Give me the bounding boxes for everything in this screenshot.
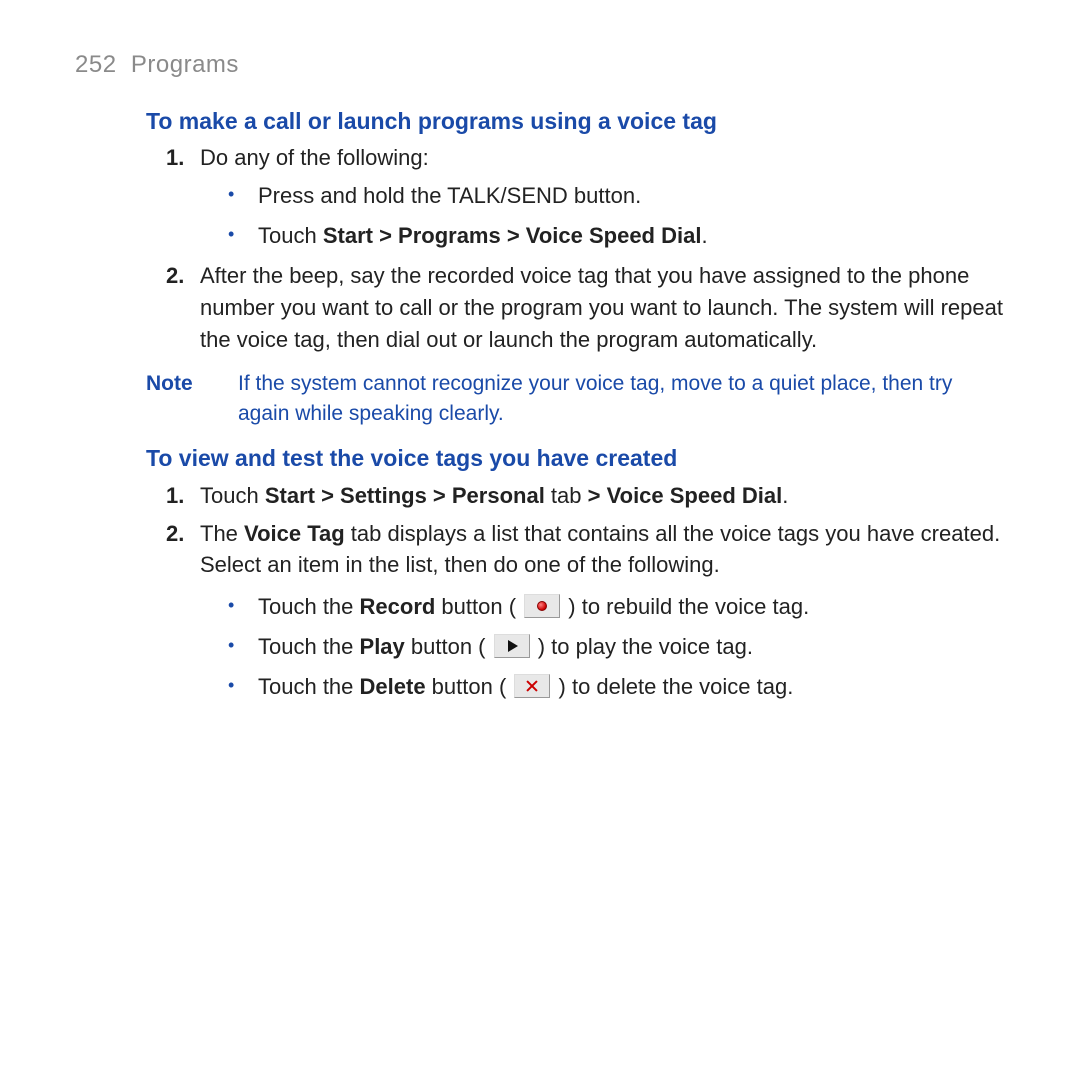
step-text: After the beep, say the recorded voice t… <box>200 263 1003 352</box>
play-button[interactable] <box>494 634 530 658</box>
step-1: 1. Do any of the following: Press and ho… <box>166 142 1010 252</box>
step-2: 2. The Voice Tag tab displays a list tha… <box>166 518 1010 703</box>
note-text: If the system cannot recognize your voic… <box>238 369 1010 428</box>
step-text: Do any of the following: <box>200 145 429 170</box>
step-number: 1. <box>166 142 184 174</box>
step-1: 1. Touch Start > Settings > Personal tab… <box>166 480 1010 512</box>
step-2: 2. After the beep, say the recorded voic… <box>166 260 1010 356</box>
step-text: The Voice Tag tab displays a list that c… <box>200 521 1000 578</box>
steps-section2: 1. Touch Start > Settings > Personal tab… <box>166 480 1010 703</box>
note-label: Note <box>146 369 238 428</box>
step-text: Touch Start > Settings > Personal tab > … <box>200 483 788 508</box>
delete-button[interactable] <box>514 674 550 698</box>
step-number: 2. <box>166 260 184 292</box>
chapter-title: Programs <box>131 51 239 78</box>
bullet-delete: Touch the Delete button ( ) to delete th… <box>228 671 1010 703</box>
page-number: 252 <box>75 51 117 78</box>
record-button[interactable] <box>524 594 560 618</box>
step2-bullets: Touch the Record button ( ) to rebuild t… <box>228 591 1010 703</box>
steps-section1: 1. Do any of the following: Press and ho… <box>166 142 1010 355</box>
delete-icon <box>526 680 538 692</box>
step1-bullets: Press and hold the TALK/SEND button. Tou… <box>228 180 1010 252</box>
bullet-play: Touch the Play button ( ) to play the vo… <box>228 631 1010 663</box>
section-title-view-tags: To view and test the voice tags you have… <box>146 442 1010 475</box>
step-number: 1. <box>166 480 184 512</box>
record-icon <box>537 601 547 611</box>
page-header: 252 Programs <box>75 48 1010 83</box>
bullet-touch-start: Touch Start > Programs > Voice Speed Dia… <box>228 220 1010 252</box>
note-block: Note If the system cannot recognize your… <box>146 369 1010 428</box>
step-number: 2. <box>166 518 184 550</box>
bullet-record: Touch the Record button ( ) to rebuild t… <box>228 591 1010 623</box>
play-icon <box>508 640 518 652</box>
section-title-make-call: To make a call or launch programs using … <box>146 105 1010 138</box>
bullet-press-hold: Press and hold the TALK/SEND button. <box>228 180 1010 212</box>
